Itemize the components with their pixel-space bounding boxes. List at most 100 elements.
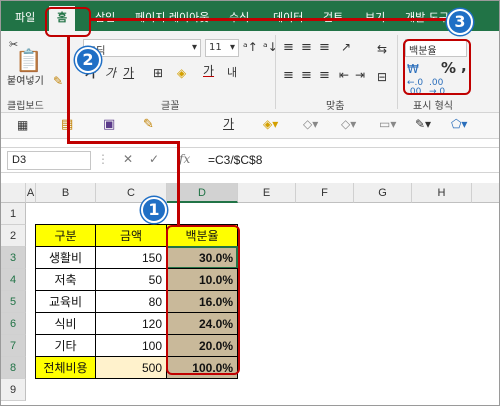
table-cell-amount[interactable]: 120 [95,312,167,335]
table-cell-percent[interactable]: 10.0% [166,268,238,291]
fill-color-icon[interactable]: ◈▾ [263,118,278,130]
table-cell-percent[interactable]: 16.0% [166,290,238,313]
font-size-select[interactable]: 11 ▾ [205,39,239,57]
step-badge-2: 2 [75,47,101,73]
tab-page-layout[interactable]: 페이지 레이아웃 [135,9,209,25]
formula-input[interactable]: =C3/$C$8 [208,153,262,167]
tab-review[interactable]: 검토 [323,9,343,25]
step-badge-1: 1 [141,197,167,223]
cancel-icon[interactable]: ✕ [123,152,133,166]
table-header-amount[interactable]: 금액 [95,224,167,247]
more-icon: ⋮ [97,152,109,166]
number-format-select[interactable]: 백분율 [405,39,467,57]
wrap-text-icon[interactable]: ⇆ [377,43,387,55]
format-painter-icon[interactable]: ✎ [143,118,154,131]
save-icon[interactable]: ▣ [103,118,115,131]
row-header-1[interactable]: 1 [1,203,26,225]
select-all-corner[interactable] [1,183,26,203]
comma-style-button[interactable]: , [461,59,467,74]
table-cell-amount[interactable]: 100 [95,334,167,357]
border-icon[interactable]: ⊞ [153,67,163,79]
column-header-g[interactable]: G [354,183,412,203]
table-total-label[interactable]: 전체비용 [35,356,96,379]
underline-icon[interactable]: 가 [223,118,234,130]
table-cell-label[interactable]: 교육비 [35,290,96,313]
column-header-h[interactable]: H [412,183,472,203]
table-total-amount[interactable]: 500 [95,356,167,379]
align-left-icon[interactable]: ≡ [283,69,294,82]
clipboard-icon[interactable]: 📋 [15,51,42,73]
table-cell-label[interactable]: 식비 [35,312,96,335]
align-center-icon[interactable]: ≡ [301,69,312,82]
excel-window: 파일 홈 삽입 페이지 레이아웃 수식 데이터 검토 보기 개발 도구 ✂ 📋 … [0,0,500,406]
table-header-percent[interactable]: 백분율 [166,224,238,247]
table-icon[interactable]: ▦ [17,119,28,131]
phonetic-icon[interactable]: 내 [227,67,237,78]
tab-developer[interactable]: 개발 도구 [405,9,449,25]
row-header-8[interactable]: 8 [1,357,26,379]
indent-icon[interactable]: ⇤ [339,69,349,81]
underline-button[interactable]: 가 [123,67,134,79]
insert-function-button[interactable]: fx [179,152,190,166]
table-header-category[interactable]: 구분 [35,224,96,247]
table-cell-label[interactable]: 기타 [35,334,96,357]
divider [397,35,398,109]
table-cell-amount[interactable]: 80 [95,290,167,313]
align-top-icon[interactable]: ≡ [283,41,294,54]
shape-icon[interactable]: ◇▾ [341,118,356,130]
tab-insert[interactable]: 삽입 [95,9,115,25]
row-header-4[interactable]: 4 [1,269,26,291]
confirm-icon[interactable]: ✓ [149,152,159,166]
merge-center-icon[interactable]: ⊟ [377,71,387,83]
percent-style-button[interactable]: % [441,61,456,76]
font-group-label: 글꼴 [161,101,180,112]
column-header-a[interactable]: A [26,183,36,203]
row-header-9[interactable]: 9 [1,379,26,401]
table-cell-label[interactable]: 저축 [35,268,96,291]
italic-button[interactable]: 가 [105,67,116,79]
column-header-b[interactable]: B [36,183,96,203]
align-bottom-icon[interactable]: ≡ [319,41,330,54]
tab-file[interactable]: 파일 [15,9,35,25]
shape-icon[interactable]: ◇▾ [303,118,318,130]
table-cell-percent[interactable]: 20.0% [166,334,238,357]
grow-font-icon[interactable]: ᵃ↑ [243,41,258,53]
row-header-2[interactable]: 2 [1,225,26,247]
table-cell-percent[interactable]: 30.0% [166,246,238,269]
row-header-5[interactable]: 5 [1,291,26,313]
pen-icon[interactable]: ✎▾ [415,118,431,130]
tab-home[interactable]: 홈 [49,6,76,31]
outdent-icon[interactable]: ⇥ [355,69,365,81]
decrease-decimal-icon[interactable]: .00 →.0 [429,79,445,97]
currency-icon[interactable]: ₩ [407,63,419,75]
tab-view[interactable]: 보기 [365,9,385,25]
format-painter-icon[interactable]: ✎ [53,75,63,87]
tab-data[interactable]: 데이터 [273,9,303,25]
column-header-f[interactable]: F [296,183,354,203]
table-cell-amount[interactable]: 150 [95,246,167,269]
paste-button[interactable]: 붙여넣기 [7,77,44,87]
orientation-icon[interactable]: ↗ [341,41,351,53]
row-header-6[interactable]: 6 [1,313,26,335]
tab-formulas[interactable]: 수식 [229,9,249,25]
formula-bar: D3 ⋮ ✕ ✓ fx =C3/$C$8 [1,147,499,173]
table-cell-percent[interactable]: 24.0% [166,312,238,335]
align-right-icon[interactable]: ≡ [319,69,330,82]
table-total-percent[interactable]: 100.0% [166,356,238,379]
column-header-e[interactable]: E [238,183,296,203]
fill-color-icon[interactable]: ◈ [177,67,186,79]
name-box[interactable]: D3 [7,151,91,170]
font-name-select[interactable]: 고딕▾ [83,39,201,57]
column-header-blank [472,183,499,203]
shapes-icon[interactable]: ⬠▾ [451,118,467,130]
row-header-3[interactable]: 3 [1,247,26,269]
row-header-7[interactable]: 7 [1,335,26,357]
table-cell-amount[interactable]: 50 [95,268,167,291]
font-color-button[interactable]: 가 [203,65,214,77]
increase-decimal-icon[interactable]: ←.0.00 [407,79,423,97]
align-middle-icon[interactable]: ≡ [301,41,312,54]
connector-line [177,141,180,225]
chevron-down-icon: ▾ [191,42,197,53]
highlight-icon[interactable]: ▭▾ [379,118,396,130]
table-cell-label[interactable]: 생활비 [35,246,96,269]
